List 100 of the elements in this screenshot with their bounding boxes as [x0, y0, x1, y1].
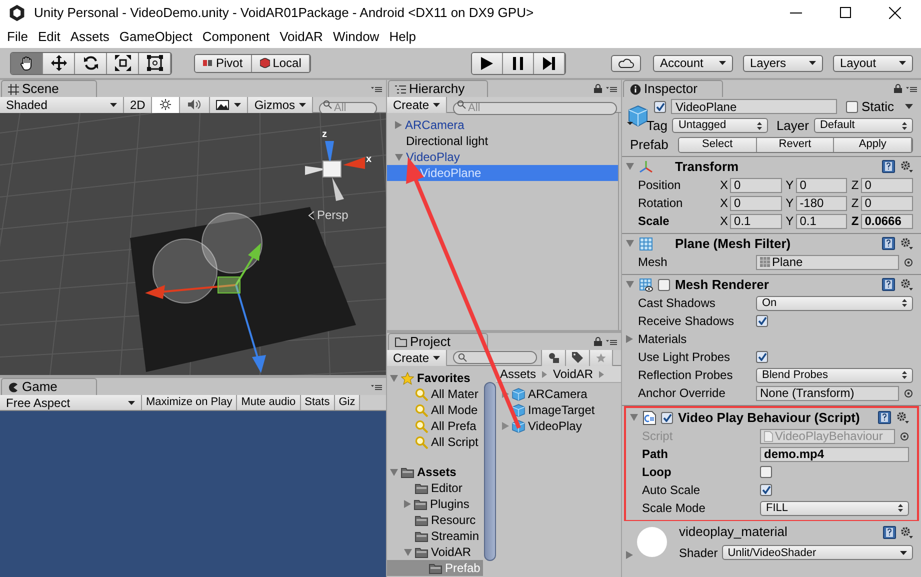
breadcrumb-item[interactable]: VoidAR: [553, 365, 594, 383]
collapsed-arrow-icon[interactable]: [395, 121, 402, 129]
gear-icon[interactable]: [900, 237, 913, 250]
number-field[interactable]: 0.1: [730, 214, 782, 228]
number-field[interactable]: 0: [860, 178, 914, 192]
collapsed-arrow-icon[interactable]: [404, 500, 411, 508]
project-folder-item[interactable]: All Prefa: [387, 418, 483, 434]
project-folder-item[interactable]: Plugins: [387, 496, 483, 512]
hierarchy-item[interactable]: VideoPlay: [387, 149, 618, 165]
checkbox[interactable]: [661, 412, 673, 424]
effects-dropdown[interactable]: [210, 96, 248, 112]
component-title[interactable]: Transform: [675, 156, 877, 176]
object-picker-icon[interactable]: [900, 432, 909, 440]
expanded-arrow-icon[interactable]: [390, 468, 398, 476]
lock-icon[interactable]: [594, 337, 602, 346]
gear-icon[interactable]: [900, 526, 913, 538]
expanded-arrow-icon[interactable]: [404, 548, 412, 556]
step-button[interactable]: [534, 52, 566, 74]
asset-item[interactable]: VideoPlay: [496, 418, 621, 434]
number-field[interactable]: 0: [860, 196, 914, 210]
panel-menu-icon[interactable]: [606, 339, 617, 346]
project-folder-item[interactable]: Editor: [387, 480, 483, 496]
checkbox[interactable]: [756, 351, 768, 363]
help-book-icon[interactable]: [882, 237, 895, 250]
lock-icon[interactable]: [894, 84, 902, 93]
game-toolbar-button[interactable]: Maximize on Play: [142, 395, 238, 410]
hierarchy-item[interactable]: Directional light: [387, 133, 618, 149]
object-picker-icon[interactable]: [904, 388, 913, 398]
layers-dropdown[interactable]: Layers: [743, 54, 823, 72]
caret-icon[interactable]: [905, 104, 913, 109]
component-title[interactable]: Mesh Renderer: [675, 274, 877, 294]
aspect-dropdown[interactable]: Free Aspect: [0, 395, 142, 410]
prefab-button[interactable]: Select: [679, 138, 757, 152]
dropdown[interactable]: On: [756, 296, 913, 310]
scrollbar-thumb[interactable]: [484, 382, 496, 561]
gear-icon[interactable]: [900, 160, 913, 173]
game-toolbar-button[interactable]: Stats: [300, 395, 335, 410]
project-folder-item[interactable]: VoidAR: [387, 544, 483, 560]
close-icon[interactable]: [889, 6, 901, 18]
gear-icon[interactable]: [896, 411, 909, 424]
2d-toggle[interactable]: 2D: [124, 96, 152, 112]
filter-label-button[interactable]: [566, 350, 590, 366]
game-toolbar-button[interactable]: Giz: [334, 395, 360, 410]
gear-icon[interactable]: [900, 278, 913, 291]
number-field[interactable]: 0: [730, 178, 782, 192]
panel-tab[interactable]: Game: [1, 378, 97, 395]
expanded-arrow-icon[interactable]: [630, 414, 638, 421]
dropdown[interactable]: Blend Probes: [756, 368, 913, 382]
menu-item[interactable]: Help: [384, 26, 421, 46]
filter-type-button[interactable]: [541, 350, 566, 366]
panel-tab[interactable]: Hierarchy: [388, 80, 488, 97]
tool-button[interactable]: [75, 52, 107, 74]
number-field[interactable]: 0: [730, 196, 782, 210]
menu-item[interactable]: File: [2, 26, 33, 46]
lock-icon[interactable]: [594, 84, 602, 93]
expanded-arrow-icon[interactable]: [626, 163, 634, 170]
menu-item[interactable]: VoidAR: [274, 26, 328, 46]
checkbox[interactable]: [760, 484, 772, 496]
panel-tab[interactable]: Scene: [1, 80, 97, 97]
local-button[interactable]: Local: [252, 54, 310, 72]
collapsed-arrow-icon[interactable]: [626, 551, 633, 559]
help-book-icon[interactable]: [878, 411, 891, 424]
move-gizmo-drawing[interactable]: [145, 212, 266, 373]
expanded-arrow-icon[interactable]: [626, 281, 634, 288]
component-title[interactable]: Plane (Mesh Filter): [675, 234, 877, 254]
menu-item[interactable]: Component: [197, 26, 275, 46]
menu-item[interactable]: Window: [328, 26, 384, 46]
menu-item[interactable]: Assets: [65, 26, 114, 46]
orientation-gizmo-drawing[interactable]: [305, 141, 365, 201]
search-field[interactable]: All: [319, 102, 378, 115]
number-field[interactable]: 0.0666: [860, 214, 914, 228]
search-field[interactable]: [453, 351, 538, 364]
panel-menu-icon[interactable]: [606, 86, 617, 93]
number-field[interactable]: -180: [796, 196, 848, 210]
tag-dropdown[interactable]: Untagged: [672, 118, 768, 133]
object-picker-icon[interactable]: [904, 258, 913, 266]
name-field[interactable]: VideoPlane: [671, 99, 838, 114]
audio-toggle[interactable]: [180, 96, 210, 112]
account-dropdown[interactable]: Account: [653, 54, 733, 72]
panel-menu-icon[interactable]: [371, 86, 382, 93]
project-folder-item[interactable]: All Script: [387, 434, 483, 450]
lighting-toggle[interactable]: [152, 96, 180, 112]
expanded-arrow-icon[interactable]: [395, 154, 403, 160]
checkbox[interactable]: [756, 315, 768, 327]
text-field[interactable]: demo.mp4: [760, 446, 909, 462]
project-folder-item[interactable]: Streamin: [387, 528, 483, 544]
project-folder-item[interactable]: All Mode: [387, 402, 483, 418]
collapsed-arrow-icon[interactable]: [626, 335, 633, 343]
gizmos-dropdown[interactable]: Gizmos: [248, 96, 314, 112]
object-field[interactable]: Plane: [756, 254, 899, 270]
object-field[interactable]: None (Transform): [756, 386, 899, 400]
breadcrumb-item[interactable]: Assets: [500, 365, 536, 383]
panel-tab[interactable]: Project: [388, 333, 488, 350]
foldout-label[interactable]: Materials: [638, 330, 687, 348]
tool-button[interactable]: [11, 52, 43, 74]
checkbox[interactable]: [654, 100, 666, 112]
pause-button[interactable]: [503, 52, 534, 74]
menu-item[interactable]: Edit: [32, 26, 66, 46]
tool-button[interactable]: [107, 52, 139, 74]
prefab-button[interactable]: Apply: [834, 138, 912, 152]
